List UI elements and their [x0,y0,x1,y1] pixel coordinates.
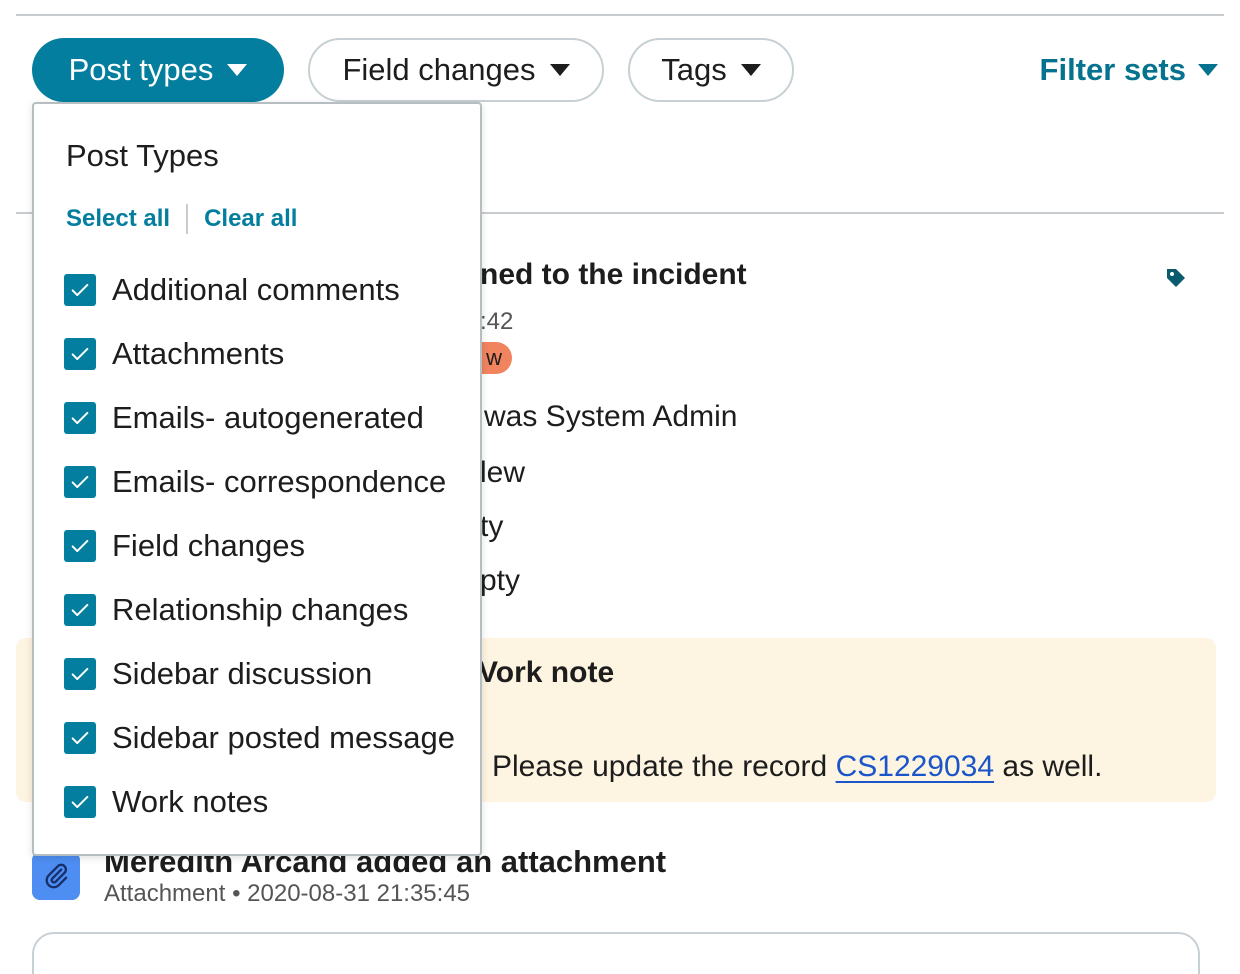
post-type-option[interactable]: Sidebar discussion [64,656,372,692]
paperclip-icon [45,863,68,889]
clear-all-button[interactable]: Clear all [204,205,297,233]
dropdown-actions: Select all Clear all [66,204,297,234]
work-note-body: Please update the record CS1229034 as we… [492,750,1102,784]
filter-sets-label: Filter sets [1039,52,1186,87]
post-type-option[interactable]: Work notes [64,784,268,820]
tags-filter-label: Tags [661,52,727,87]
post-type-option[interactable]: Emails- autogenerated [64,400,424,436]
caret-down-icon [1198,64,1218,76]
work-note-title: Vork note [478,656,615,689]
post-type-option-label: Sidebar discussion [112,656,373,691]
filter-sets-button[interactable]: Filter sets [1040,52,1218,88]
checkmark-icon [71,731,89,745]
checkmark-icon [71,475,89,489]
post-type-option-label: Emails- autogenerated [112,400,424,435]
field-change-line: lew [480,456,526,489]
checkmark-icon [71,347,89,361]
checkmark-icon [71,795,89,809]
field-change-line: pty [480,564,521,597]
activity-entry-title: ned to the incident [480,258,747,291]
post-type-option-label: Relationship changes [112,592,409,627]
post-types-filter-label: Post types [68,52,214,87]
checkbox[interactable] [64,338,96,370]
checkmark-icon [71,283,89,297]
post-type-option-label: Work notes [112,784,269,819]
post-type-option[interactable]: Emails- correspondence [64,464,446,500]
record-link[interactable]: CS1229034 [836,750,994,783]
checkbox[interactable] [64,530,96,562]
checkmark-icon [71,667,89,681]
post-types-filter-button[interactable]: Post types [32,38,284,102]
dropdown-title: Post Types [66,138,219,173]
tags-filter-button[interactable]: Tags [628,38,794,102]
checkbox[interactable] [64,466,96,498]
checkmark-icon [71,603,89,617]
checkbox[interactable] [64,786,96,818]
post-type-option-label: Additional comments [112,272,400,307]
field-changes-filter-label: Field changes [342,52,536,87]
work-note-text: as well. [994,750,1103,783]
attachment-icon [32,852,80,900]
post-type-option-label: Field changes [112,528,306,563]
caret-down-icon [227,64,248,76]
attachment-entry-meta: Attachment • 2020-08-31 21:35:45 [104,880,471,907]
tag-icon[interactable] [1164,266,1188,290]
post-type-option[interactable]: Sidebar posted message [64,720,455,756]
caret-down-icon [740,64,761,76]
work-note-text: Please update the record [492,750,836,783]
post-type-option[interactable]: Relationship changes [64,592,408,628]
activity-entry-time: :42 [480,308,514,335]
activity-card [32,932,1200,974]
post-type-option[interactable]: Field changes [64,528,305,564]
attachment-type: Attachment [104,880,226,907]
post-type-option[interactable]: Attachments [64,336,284,372]
checkmark-icon [71,411,89,425]
post-types-dropdown: Post Types Select all Clear all Addition… [32,102,482,856]
post-type-option-label: Attachments [112,336,285,371]
post-type-option-label: Emails- correspondence [112,464,447,499]
checkbox[interactable] [64,658,96,690]
caret-down-icon [549,64,570,76]
checkbox[interactable] [64,722,96,754]
actions-separator [186,204,189,234]
checkbox[interactable] [64,402,96,434]
post-type-option[interactable]: Additional comments [64,272,400,308]
checkbox[interactable] [64,594,96,626]
field-change-line: ty [480,510,504,543]
checkmark-icon [71,539,89,553]
select-all-button[interactable]: Select all [66,205,170,233]
field-changes-filter-button[interactable]: Field changes [308,38,604,102]
field-change-line: was System Admin [484,400,738,433]
checkbox[interactable] [64,274,96,306]
top-divider [16,14,1224,16]
post-type-option-label: Sidebar posted message [112,720,455,755]
attachment-time: 2020-08-31 21:35:45 [247,880,471,907]
